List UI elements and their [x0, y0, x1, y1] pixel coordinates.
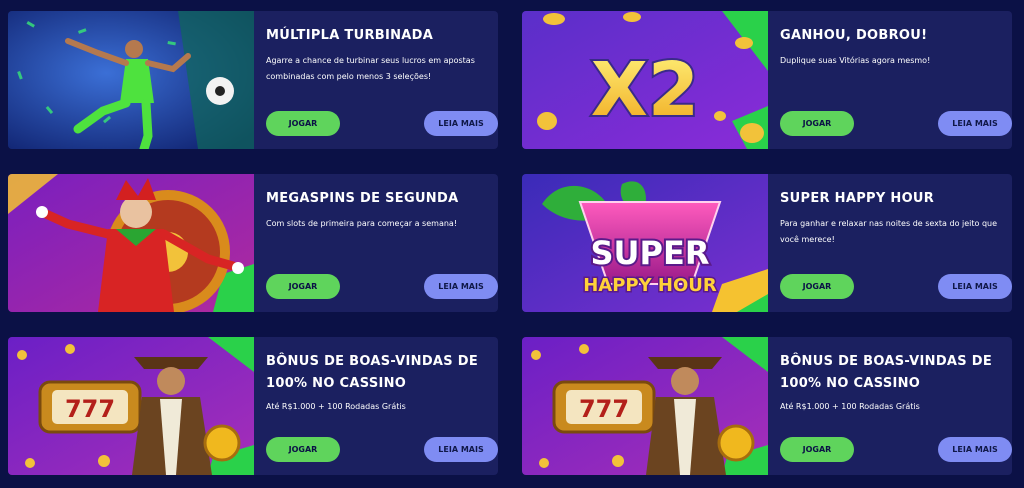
promotions-grid: MÚLTIPLA TURBINADA Agarre a chance de tu…	[0, 0, 1024, 488]
promo-title: BÔNUS DE BOAS-VINDAS DE 100% NO CASSINO	[266, 354, 479, 391]
play-button[interactable]: JOGAR	[266, 437, 340, 462]
cocktail-illustration: SUPER HAPPY HOUR	[522, 174, 768, 312]
promo-card-body: SUPER HAPPY HOUR Para ganhar e relaxar n…	[768, 174, 1012, 312]
promo-card-multipla: MÚLTIPLA TURBINADA Agarre a chance de tu…	[8, 11, 498, 149]
promo-title: SUPER HAPPY HOUR	[780, 191, 935, 206]
promo-image-x2: X2	[522, 11, 768, 149]
promo-card-bonus-cassino-2: 777 BÔNUS DE BOAS-VINDAS DE 100% NO CASS…	[522, 337, 1012, 475]
promo-card-bonus-cassino-1: 777 BÔNUS DE BOAS-VINDAS DE 100% NO CASS…	[8, 337, 498, 475]
promo-card-body: BÔNUS DE BOAS-VINDAS DE 100% NO CASSINO …	[254, 337, 498, 475]
read-more-button[interactable]: LEIA MAIS	[938, 111, 1012, 136]
adventurer-slot-illustration: 777	[8, 337, 254, 475]
adventurer-slot-illustration: 777	[522, 337, 768, 475]
read-more-button[interactable]: LEIA MAIS	[938, 437, 1012, 462]
slot-reels-text: 777	[65, 395, 115, 423]
promo-title: BÔNUS DE BOAS-VINDAS DE 100% NO CASSINO	[780, 354, 993, 391]
x2-coins-illustration: X2	[522, 11, 768, 149]
promo-title: MÚLTIPLA TURBINADA	[266, 28, 434, 43]
x2-graphic-text: X2	[591, 47, 700, 133]
promo-image-jester	[8, 174, 254, 312]
play-button[interactable]: JOGAR	[266, 111, 340, 136]
read-more-button[interactable]: LEIA MAIS	[938, 274, 1012, 299]
promo-image-soccer	[8, 11, 254, 149]
play-button[interactable]: JOGAR	[780, 437, 854, 462]
promo-card-megaspins: MEGASPINS DE SEGUNDA Com slots de primei…	[8, 174, 498, 312]
play-button[interactable]: JOGAR	[780, 274, 854, 299]
promo-card-body: GANHOU, DOBROU! Duplique suas Vitórias a…	[768, 11, 1012, 149]
promo-title: MEGASPINS DE SEGUNDA	[266, 191, 459, 206]
slot-reels-text: 777	[579, 395, 629, 423]
play-button[interactable]: JOGAR	[266, 274, 340, 299]
soccer-player-illustration	[8, 11, 254, 149]
promo-card-ganhou-dobrou: X2 GANHOU, DOBROU! Duplique suas Vitória…	[522, 11, 1012, 149]
promo-description: Até R$1.000 + 100 Rodadas Grátis	[266, 402, 406, 411]
promo-description: Até R$1.000 + 100 Rodadas Grátis	[780, 402, 920, 411]
super-graphic-text: SUPER	[591, 234, 710, 272]
promo-description: Agarre a chance de turbinar seus lucros …	[266, 56, 475, 81]
promo-image-adventurer: 777	[8, 337, 254, 475]
jester-wheel-illustration	[8, 174, 254, 312]
play-button[interactable]: JOGAR	[780, 111, 854, 136]
read-more-button[interactable]: LEIA MAIS	[424, 274, 498, 299]
promo-description: Para ganhar e relaxar nas noites de sext…	[780, 219, 998, 244]
promo-image-adventurer: 777	[522, 337, 768, 475]
read-more-button[interactable]: LEIA MAIS	[424, 111, 498, 136]
promo-description: Com slots de primeira para começar a sem…	[266, 219, 458, 228]
happy-hour-graphic-text: HAPPY HOUR	[583, 275, 717, 296]
promo-description: Duplique suas Vitórias agora mesmo!	[780, 56, 931, 65]
promo-card-body: MÚLTIPLA TURBINADA Agarre a chance de tu…	[254, 11, 498, 149]
promo-card-body: BÔNUS DE BOAS-VINDAS DE 100% NO CASSINO …	[768, 337, 1012, 475]
promo-card-body: MEGASPINS DE SEGUNDA Com slots de primei…	[254, 174, 498, 312]
promo-title: GANHOU, DOBROU!	[780, 28, 928, 43]
promo-image-cocktail: SUPER HAPPY HOUR	[522, 174, 768, 312]
promo-card-super-happy-hour: SUPER HAPPY HOUR SUPER HAPPY HOUR Para g…	[522, 174, 1012, 312]
read-more-button[interactable]: LEIA MAIS	[424, 437, 498, 462]
